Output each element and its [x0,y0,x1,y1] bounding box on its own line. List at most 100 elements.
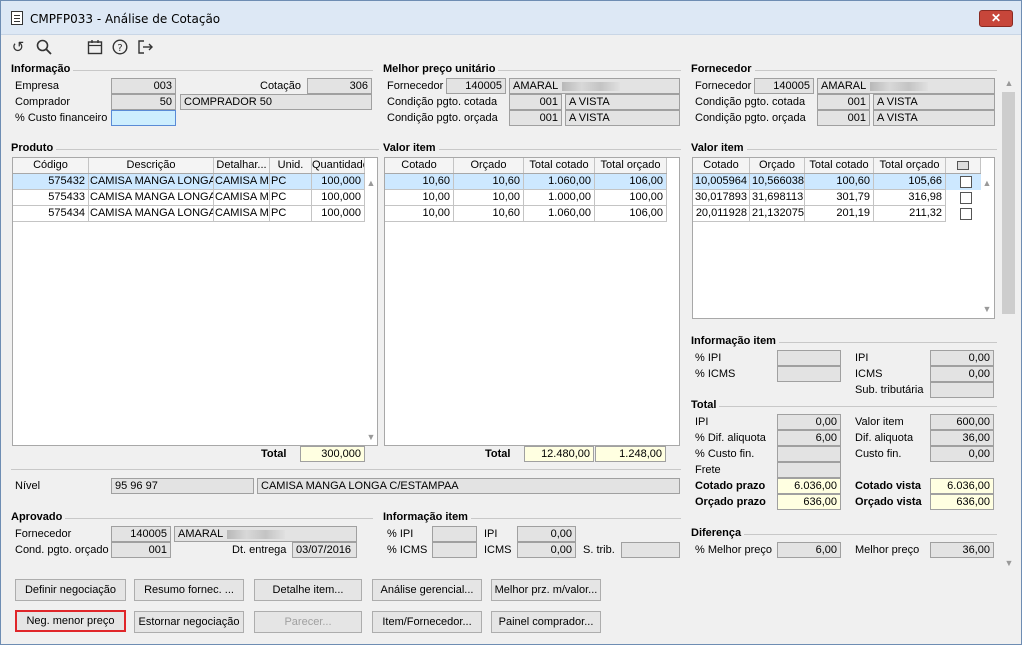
total-difaliq-label: % Dif. aliquota [695,432,766,444]
scroll-up-icon[interactable]: ▲ [1002,78,1016,88]
cell-total-cotado: 100,60 [805,174,874,190]
total-difaliq2-label: Dif. aliquota [855,432,914,444]
informacao-title: Informação [11,63,74,75]
info2-ipi-label: IPI [484,528,498,540]
total-custofin2-label: Custo fin. [855,448,902,460]
resumo-fornec-button[interactable]: Resumo fornec. ... [134,579,244,601]
info2-picms-field [432,542,477,558]
scroll-up-icon[interactable]: ▲ [364,178,377,188]
table-row[interactable]: 575434 CAMISA MANGA LONGA C/ESTAMPA CAMI… [13,206,365,222]
definir-negociacao-button[interactable]: Definir negociação [15,579,126,601]
cell-unid: PC [270,174,312,190]
cell-total-orcado: 316,98 [874,190,946,206]
cell-quantidade: 100,000 [312,206,365,222]
table-row[interactable]: 575432 CAMISA MANGA LONGA C/ESTAMPA CAMI… [13,174,365,190]
table-row[interactable]: 575433 CAMISA MANGA LONGA C/ESTAMPA CAMI… [13,190,365,206]
help-icon[interactable]: ? [111,39,129,57]
table-row[interactable]: 10,005964 10,566038 100,60 105,66 [693,174,981,190]
diferenca-title: Diferença [691,527,745,539]
forn-cond-cotada-label: Condição pgto. cotada [695,96,806,108]
table-row[interactable]: 10,00 10,00 1.000,00 100,00 [385,190,667,206]
melhor-cond-cotada-label: Condição pgto. cotada [387,96,498,108]
col-codigo[interactable]: Código [13,158,89,173]
diferenca-melhor-field: 36,00 [930,542,994,558]
cell-orcado: 31,698113 [750,190,805,206]
table-row[interactable]: 30,017893 31,698113 301,79 316,98 [693,190,981,206]
undo-icon[interactable]: ↺ [9,39,27,57]
col-total-cotado[interactable]: Total cotado [524,158,595,173]
produto-grid[interactable]: Código Descrição Detalhar... Unid. Quant… [12,157,378,446]
cell-total-cotado: 1.000,00 [524,190,595,206]
select-all-checkbox[interactable] [957,160,969,170]
valor-total-cotado: 12.480,00 [524,446,594,462]
cell-orcado: 10,60 [454,174,524,190]
melhor-fornecedor-name-text: AMARAL [513,80,559,92]
total-cotvista-field: 6.036,00 [930,478,994,494]
col-detalhar[interactable]: Detalhar... [214,158,270,173]
close-button[interactable]: ✕ [979,10,1013,27]
col-total-orcado[interactable]: Total orçado [595,158,667,173]
nivel-label: Nível [15,480,41,492]
melhor-cond-cotada-code: 001 [509,94,562,110]
scrollbar-thumb[interactable] [1002,92,1015,314]
vertical-scrollbar[interactable]: ▲ ▼ [1001,68,1016,572]
table-row[interactable]: 20,011928 21,132075 201,19 211,32 [693,206,981,222]
col-quantidade[interactable]: Quantidade [312,158,365,173]
valor-item-grid[interactable]: Cotado Orçado Total cotado Total orçado … [384,157,680,446]
cell-detalhar: CAMISA MANGA LONGA C/ESTAMPA [214,206,270,222]
total-orcprazo-field: 636,00 [777,494,841,510]
cell-total-cotado: 1.060,00 [524,174,595,190]
scroll-down-icon[interactable]: ▼ [980,304,994,314]
item-fornecedor-button[interactable]: Item/Fornecedor... [372,611,482,633]
col-cotado[interactable]: Cotado [693,158,750,173]
col-total-cotado[interactable]: Total cotado [805,158,874,173]
total-custofin-field [777,446,841,462]
calendar-icon[interactable] [86,39,104,57]
fornecedor-valor-grid[interactable]: Cotado Orçado Total cotado Total orçado … [692,157,995,319]
forn-cond-cotada-code: 001 [817,94,870,110]
scroll-down-icon[interactable]: ▼ [1002,558,1016,568]
custo-financeiro-label: % Custo financeiro [15,112,108,124]
col-unid[interactable]: Unid. [270,158,312,173]
svg-text:?: ? [117,43,122,54]
cell-cotado: 10,00 [385,206,454,222]
melhor-preco-title: Melhor preço unitário [383,63,499,75]
melhor-cond-orcada-label: Condição pgto. orçada [387,112,498,124]
scroll-up-icon[interactable]: ▲ [980,178,994,188]
cell-descricao: CAMISA MANGA LONGA C/ESTAMPA [89,190,214,206]
fornecedor-valor-item-title: Valor item [691,142,747,154]
exit-icon[interactable] [136,39,154,57]
table-row[interactable]: 10,00 10,60 1.060,00 106,00 [385,206,667,222]
col-descricao[interactable]: Descrição [89,158,214,173]
analise-gerencial-button[interactable]: Análise gerencial... [372,579,482,601]
forn-cond-orcada-label: Condição pgto. orçada [695,112,806,124]
parecer-button: Parecer... [254,611,362,633]
nivel-descricao-field: CAMISA MANGA LONGA C/ESTAMPAA [257,478,680,494]
neg-menor-preco-button[interactable]: Neg. menor preço [15,610,126,632]
empresa-field[interactable]: 003 [111,78,176,94]
info-item-title: Informação item [691,335,779,347]
melhor-fornecedor-code: 140005 [446,78,506,94]
estornar-negociacao-button[interactable]: Estornar negociação [134,611,244,633]
cotacao-field[interactable]: 306 [307,78,372,94]
melhor-prz-button[interactable]: Melhor prz. m/valor... [491,579,601,601]
detalhe-item-button[interactable]: Detalhe item... [254,579,362,601]
col-orcado[interactable]: Orçado [454,158,524,173]
row-checkbox[interactable] [960,208,972,220]
col-cotado[interactable]: Cotado [385,158,454,173]
col-total-orcado[interactable]: Total orçado [874,158,946,173]
painel-comprador-button[interactable]: Painel comprador... [491,611,601,633]
total-ipi-field: 0,00 [777,414,841,430]
custo-financeiro-input[interactable] [111,110,176,126]
row-checkbox[interactable] [960,192,972,204]
col-select-all[interactable] [946,158,981,173]
col-orcado[interactable]: Orçado [750,158,805,173]
comprador-code-field[interactable]: 50 [111,94,176,110]
cell-cotado: 10,00 [385,190,454,206]
row-checkbox[interactable] [960,176,972,188]
search-icon[interactable] [35,39,53,57]
total-frete-label: Frete [695,464,721,476]
cell-unid: PC [270,190,312,206]
table-row[interactable]: 10,60 10,60 1.060,00 106,00 [385,174,667,190]
scroll-down-icon[interactable]: ▼ [364,432,377,442]
